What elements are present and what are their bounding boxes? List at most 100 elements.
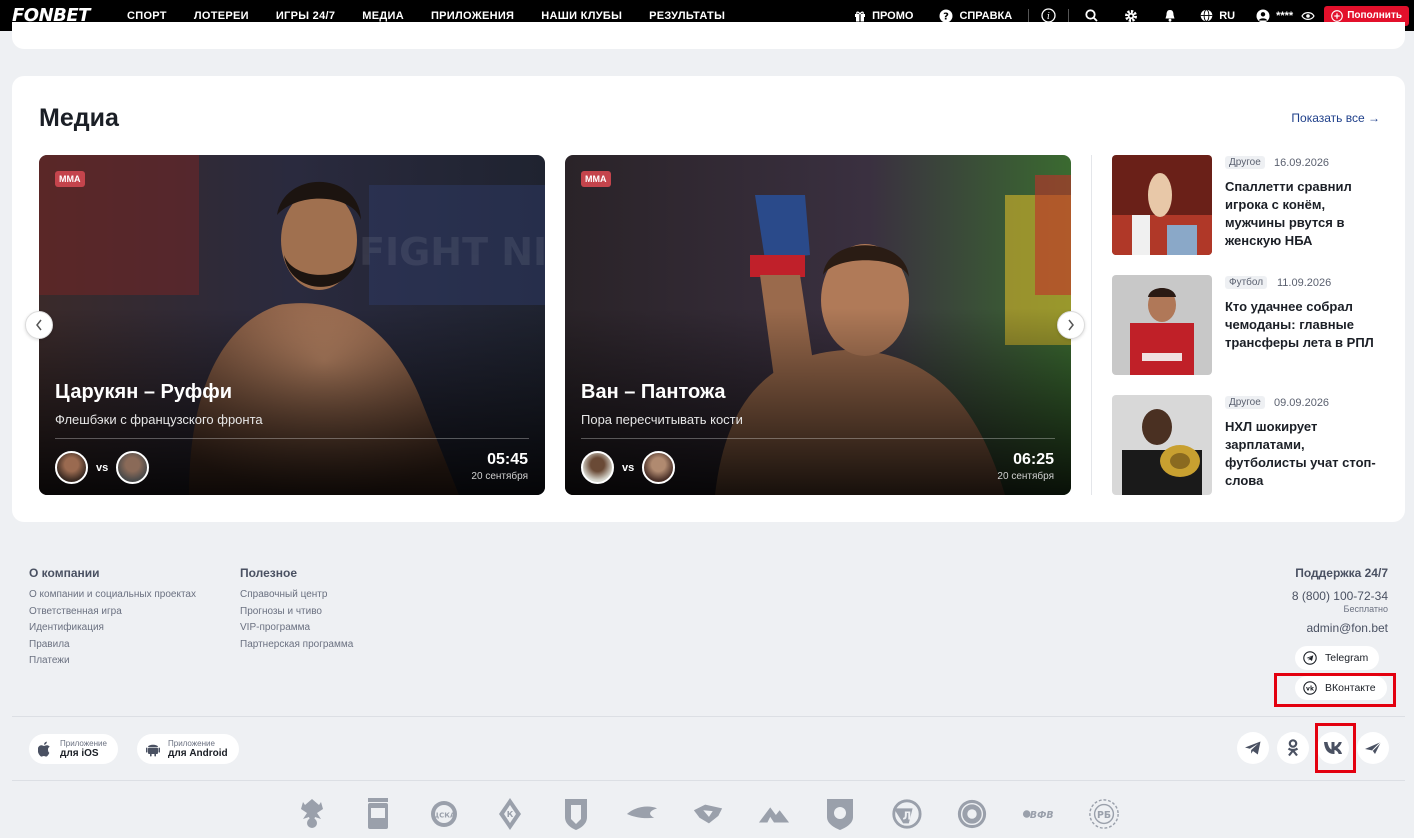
- slide-subtitle: Флешбэки с французского фронта: [55, 412, 263, 427]
- news-date: 16.09.2026: [1274, 157, 1330, 169]
- shield-club-logo[interactable]: [560, 796, 592, 832]
- media-section: Медиа Показать все → MMA Царукян – Руффи…: [12, 76, 1405, 522]
- telegram-social-button[interactable]: [1237, 732, 1269, 764]
- globe-icon: [1200, 9, 1213, 22]
- vfv-logo[interactable]: ВФВ: [1022, 796, 1054, 832]
- footer-link[interactable]: Идентификация: [29, 620, 196, 637]
- language-selector[interactable]: RU: [1200, 9, 1235, 22]
- carousel-prev-button[interactable]: [25, 311, 53, 339]
- footer-link[interactable]: Прогнозы и чтиво: [240, 604, 353, 621]
- footer-link[interactable]: Справочный центр: [240, 587, 353, 604]
- android-app-button[interactable]: Приложение для Android: [137, 734, 239, 764]
- highlight-box: [1315, 723, 1356, 773]
- help-link[interactable]: ? СПРАВКА: [939, 9, 1012, 23]
- nav-lotteries[interactable]: ЛОТЕРЕИ: [194, 10, 249, 22]
- media-slide[interactable]: MMA Ван – Пантожа Пора пересчитывать кос…: [565, 155, 1071, 495]
- partner-logos: ЦСКА К Л ВФВ РБ: [296, 796, 1154, 832]
- bird-club-logo[interactable]: [626, 796, 658, 832]
- support-phone[interactable]: 8 (800) 100-72-34: [1292, 589, 1388, 603]
- football-union-logo[interactable]: [296, 796, 328, 832]
- cska-logo[interactable]: ЦСКА: [428, 796, 460, 832]
- section-title: Медиа: [39, 104, 119, 132]
- news-date: 09.09.2026: [1274, 397, 1330, 409]
- app-text: Приложение для iOS: [60, 739, 107, 760]
- previous-section-card: [12, 22, 1405, 49]
- app-text: Приложение для Android: [168, 739, 228, 760]
- search-icon[interactable]: [1085, 9, 1098, 22]
- fighters: vs: [55, 451, 150, 484]
- odnoklassniki-button[interactable]: [1277, 732, 1309, 764]
- footer-link[interactable]: VIP-программа: [240, 620, 353, 637]
- account-menu[interactable]: ****: [1256, 9, 1293, 23]
- support-heading: Поддержка 24/7: [1295, 566, 1388, 580]
- svg-text:?: ?: [944, 11, 950, 22]
- telegram-button[interactable]: Telegram: [1295, 646, 1380, 670]
- news-title: Спаллетти сравнил игрока с конём, мужчин…: [1225, 179, 1352, 248]
- round-emblem-logo[interactable]: [956, 796, 988, 832]
- plus-circle-icon: [1331, 9, 1344, 22]
- media-slide[interactable]: FIGHT NI MMA Царукян – Руффи Флешбэки с …: [39, 155, 545, 495]
- news-thumbnail: [1112, 275, 1212, 375]
- avatar: [116, 451, 150, 484]
- footer-link[interactable]: Правила: [29, 637, 196, 654]
- main-nav: СПОРТ ЛОТЕРЕИ ИГРЫ 24/7 МЕДИА ПРИЛОЖЕНИЯ…: [112, 10, 725, 22]
- gift-icon: [854, 10, 866, 22]
- ios-app-button[interactable]: Приложение для iOS: [29, 734, 118, 764]
- vfv-text: ВФВ: [1030, 810, 1054, 821]
- footer-link[interactable]: Партнерская программа: [240, 637, 353, 654]
- mountain-club-logo[interactable]: [758, 796, 790, 832]
- news-title: НХЛ шокирует зарплатами, футболисты учат…: [1225, 419, 1376, 488]
- telegram-label: Telegram: [1325, 652, 1369, 664]
- news-item[interactable]: Другое 09.09.2026 НХЛ шокирует зарплатам…: [1112, 395, 1382, 495]
- slide-date: 20 сентября: [997, 471, 1054, 482]
- fighters: vs: [581, 451, 676, 484]
- avatar: [55, 451, 88, 484]
- divider: [581, 438, 1055, 439]
- divider: [1091, 155, 1092, 495]
- question-icon: ?: [939, 9, 953, 23]
- news-item[interactable]: Футбол 11.09.2026 Кто удачнее собрал чем…: [1112, 275, 1382, 375]
- krylia-logo[interactable]: К: [494, 796, 526, 832]
- footer-link[interactable]: Платежи: [29, 653, 196, 670]
- odnoklassniki-icon: [1286, 739, 1300, 757]
- svg-text:i: i: [1047, 12, 1050, 22]
- footer-link[interactable]: О компании и социальных проектах: [29, 587, 196, 604]
- wolf-club-logo[interactable]: [692, 796, 724, 832]
- app-small-label: Приложение: [168, 738, 215, 748]
- news-item[interactable]: Другое 16.09.2026 Спаллетти сравнил игро…: [1112, 155, 1382, 255]
- vk-games-button[interactable]: [1357, 732, 1389, 764]
- chevron-left-icon: [35, 319, 43, 331]
- telegram-icon: [1244, 740, 1262, 756]
- nav-media[interactable]: МЕДИА: [362, 10, 404, 22]
- eye-icon[interactable]: [1301, 11, 1315, 21]
- bell-icon[interactable]: [1164, 9, 1176, 22]
- lokomotiv-logo[interactable]: Л: [890, 796, 922, 832]
- app-small-label: Приложение: [60, 738, 107, 748]
- nav-results[interactable]: РЕЗУЛЬТАТЫ: [649, 10, 725, 22]
- svg-text:ЦСКА: ЦСКА: [433, 812, 456, 820]
- promo-link[interactable]: ПРОМО: [854, 10, 913, 22]
- divider: [55, 438, 529, 439]
- chevron-right-icon: [1067, 319, 1075, 331]
- avatar: [642, 451, 676, 484]
- account-mask: ****: [1276, 9, 1294, 22]
- rb-logo[interactable]: РБ: [1088, 796, 1120, 832]
- info-icon[interactable]: i: [1041, 8, 1056, 23]
- nav-games[interactable]: ИГРЫ 24/7: [276, 10, 335, 22]
- nav-sport[interactable]: СПОРТ: [127, 10, 167, 22]
- carousel-next-button[interactable]: [1057, 311, 1085, 339]
- app-label: для Android: [168, 747, 228, 759]
- nav-apps[interactable]: ПРИЛОЖЕНИЯ: [431, 10, 514, 22]
- gear-icon[interactable]: [1124, 9, 1138, 23]
- divider: [12, 780, 1405, 781]
- rostov-club-logo[interactable]: [824, 796, 856, 832]
- android-icon: [146, 741, 160, 757]
- show-all-link[interactable]: Показать все →: [1291, 111, 1380, 125]
- slide-title: Ван – Пантожа: [581, 381, 726, 403]
- support-email[interactable]: admin@fon.bet: [1292, 621, 1388, 635]
- footer-link[interactable]: Ответственная игра: [29, 604, 196, 621]
- divider: [1068, 8, 1070, 23]
- useful-heading: Полезное: [240, 566, 298, 580]
- khl-logo[interactable]: [362, 796, 394, 832]
- nav-clubs[interactable]: НАШИ КЛУБЫ: [541, 10, 622, 22]
